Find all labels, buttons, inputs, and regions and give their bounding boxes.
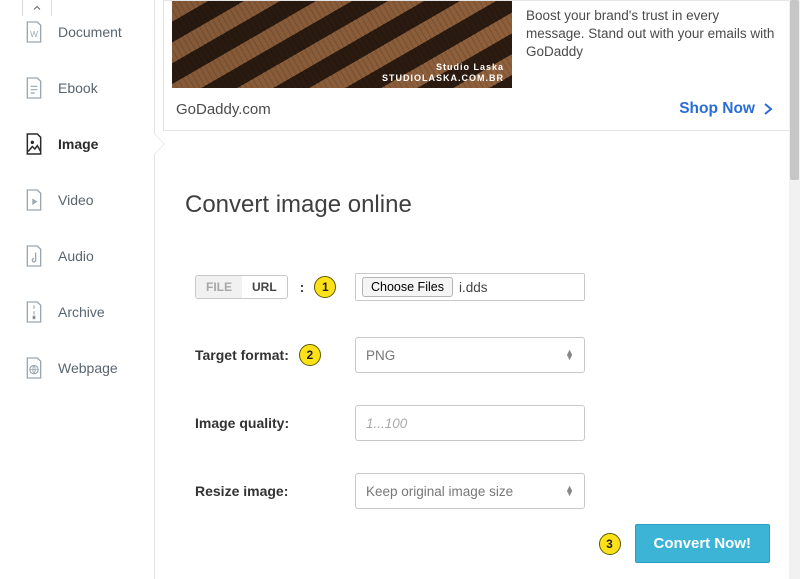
annotation-badge-2: 2 [299, 344, 321, 366]
sidebar-item-ebook[interactable]: Ebook [0, 60, 154, 116]
sidebar-item-video[interactable]: Video [0, 172, 154, 228]
sidebar-item-label: Ebook [58, 80, 98, 96]
sidebar: W Document Ebook Image Video Audio Ar [0, 0, 155, 579]
ad-brand: GoDaddy.com [176, 101, 271, 118]
file-word-icon: W [24, 20, 44, 44]
sidebar-item-label: Audio [58, 248, 94, 264]
resize-label: Resize image: [195, 483, 288, 499]
ad-image-credit: Studio Laska STUDIOLASKA.COM.BR [382, 62, 504, 84]
content: Convert image online FILE URL : 1 Choose… [155, 131, 800, 541]
select-caret-icon: ▲▼ [565, 486, 574, 496]
annotation-badge-1: 1 [314, 276, 336, 298]
ad-copy: Boost your brand's trust in every messag… [512, 1, 791, 88]
sidebar-item-archive[interactable]: Archive [0, 284, 154, 340]
row-resize: Resize image: Keep original image size ▲… [185, 473, 800, 509]
sidebar-item-label: Video [58, 192, 94, 208]
file-video-icon [24, 188, 44, 212]
colon: : [300, 279, 305, 295]
svg-text:W: W [30, 29, 38, 39]
sidebar-item-label: Archive [58, 304, 105, 320]
sidebar-item-audio[interactable]: Audio [0, 228, 154, 284]
file-audio-icon [24, 244, 44, 268]
page-title: Convert image online [185, 191, 800, 219]
convert-button[interactable]: Convert Now! [635, 524, 771, 563]
tab-url[interactable]: URL [242, 276, 287, 298]
ad-cta-link[interactable]: Shop Now [679, 100, 773, 118]
sidebar-item-label: Document [58, 24, 122, 40]
sidebar-item-label: Webpage [58, 360, 118, 376]
target-format-select[interactable]: PNG ▲▼ [355, 337, 585, 373]
collapse-toggle[interactable] [22, 0, 52, 16]
selected-filename: i.dds [459, 280, 488, 295]
file-archive-icon [24, 300, 44, 324]
row-source: FILE URL : 1 Choose Files i.dds [185, 269, 800, 305]
source-tabs: FILE URL [195, 275, 288, 299]
image-quality-label: Image quality: [195, 415, 289, 431]
ad-image: Studio Laska STUDIOLASKA.COM.BR [172, 1, 512, 88]
select-caret-icon: ▲▼ [565, 350, 574, 360]
file-image-icon [24, 132, 44, 156]
scrollbar-thumb[interactable] [790, 0, 799, 180]
main: Studio Laska STUDIOLASKA.COM.BR Boost yo… [155, 0, 800, 579]
tab-file[interactable]: FILE [196, 276, 242, 298]
chevron-right-icon [763, 102, 773, 116]
choose-files-button[interactable]: Choose Files [362, 277, 453, 297]
file-web-icon [24, 356, 44, 380]
row-image-quality: Image quality: [185, 405, 800, 441]
app-root: W Document Ebook Image Video Audio Ar [0, 0, 800, 579]
target-format-value: PNG [366, 348, 395, 363]
scrollbar-vertical[interactable] [789, 0, 800, 579]
annotation-badge-3: 3 [599, 533, 621, 555]
chevron-up-icon [31, 2, 43, 14]
row-target-format: Target format: 2 PNG ▲▼ [185, 337, 800, 373]
submit-row: 3 Convert Now! [599, 524, 771, 563]
target-format-label: Target format: [195, 347, 289, 363]
resize-value: Keep original image size [366, 484, 513, 499]
sidebar-item-image[interactable]: Image [0, 116, 154, 172]
ad-banner: Studio Laska STUDIOLASKA.COM.BR Boost yo… [163, 0, 792, 131]
file-chooser[interactable]: Choose Files i.dds [355, 273, 585, 301]
file-text-icon [24, 76, 44, 100]
image-quality-input[interactable] [355, 405, 585, 441]
sidebar-item-webpage[interactable]: Webpage [0, 340, 154, 396]
resize-select[interactable]: Keep original image size ▲▼ [355, 473, 585, 509]
sidebar-item-label: Image [58, 136, 98, 152]
